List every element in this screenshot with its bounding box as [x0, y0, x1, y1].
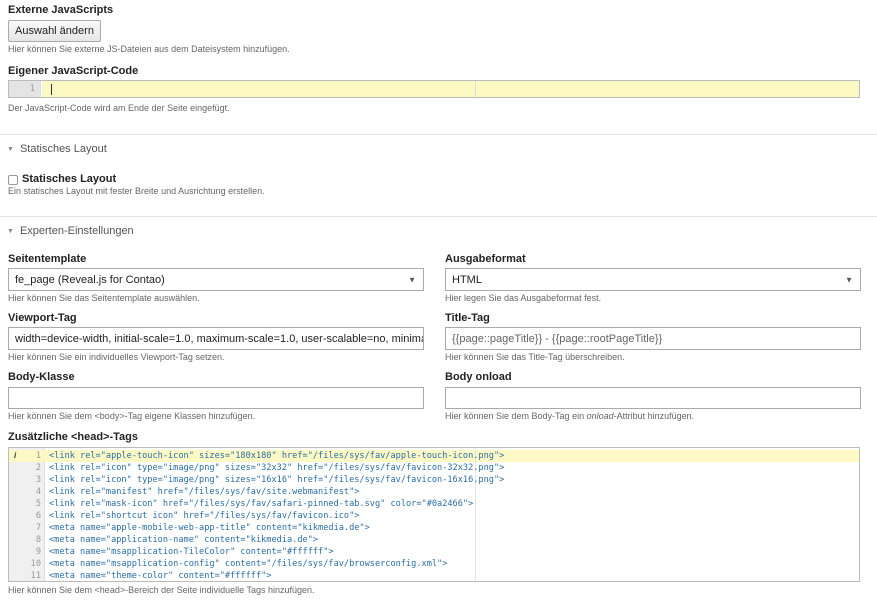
page-template-label: Seitentemplate — [8, 253, 87, 265]
line-code: <meta name="msapplication-config" conten… — [49, 559, 448, 569]
editor-margin — [475, 81, 476, 97]
code-line: 3 <link rel="icon" type="image/png" sizes… — [9, 474, 859, 486]
body-class-label: Body-Klasse — [8, 371, 75, 383]
line-number: 10 — [30, 559, 41, 569]
line-number: 5 — [35, 499, 41, 509]
output-format-label: Ausgabeformat — [445, 253, 526, 265]
body-onload-label: Body onload — [445, 371, 512, 383]
external-js-label: Externe JavaScripts — [8, 4, 114, 16]
code-line: 11 <meta name="theme-color" content="#fff… — [9, 570, 859, 581]
body-onload-input[interactable] — [445, 387, 861, 409]
line-number: 3 — [35, 475, 41, 485]
body-class-help: Hier können Sie dem <body>-Tag eigene Kl… — [8, 411, 256, 421]
head-tags-editor[interactable]: i 1 <link rel="apple-touch-icon" sizes="1… — [8, 447, 860, 582]
code-line: 6 <link rel="shortcut icon" href="/files/… — [9, 510, 859, 522]
line-number: 2 — [35, 463, 41, 473]
static-layout-help: Ein statisches Layout mit fester Breite … — [8, 186, 265, 196]
external-js-help: Hier können Sie externe JS-Dateien aus d… — [8, 44, 290, 54]
section-divider — [0, 134, 877, 135]
text-cursor — [51, 84, 52, 95]
static-layout-checkbox[interactable] — [8, 175, 18, 185]
line-code: <meta name="theme-color" content="#fffff… — [49, 571, 272, 581]
line-code: <link rel="icon" type="image/png" sizes=… — [49, 475, 505, 485]
static-layout-legend[interactable]: ▼ Statisches Layout — [7, 143, 107, 155]
expert-settings-legend[interactable]: ▼ Experten-Einstellungen — [7, 225, 134, 237]
body-onload-help-suffix: -Attribut hinzufügen. — [613, 411, 695, 421]
line-code: <link rel="apple-touch-icon" sizes="180x… — [49, 451, 505, 461]
code-line: 8 <meta name="application-name" content="… — [9, 534, 859, 546]
head-tags-help: Hier können Sie dem <head>-Bereich der S… — [8, 585, 315, 595]
expert-settings-legend-text: Experten-Einstellungen — [19, 225, 134, 237]
title-tag-input[interactable]: {{page::pageTitle}} - {{page::rootPageTi… — [445, 327, 861, 350]
chevron-down-icon: ▼ — [408, 275, 416, 284]
line-number: 8 — [35, 535, 41, 545]
body-onload-help: Hier können Sie dem Body-Tag ein onload-… — [445, 411, 694, 421]
collapse-triangle-icon: ▼ — [7, 227, 14, 235]
custom-js-active-line — [42, 81, 859, 97]
section-divider — [0, 216, 877, 217]
output-format-help: Hier legen Sie das Ausgabeformat fest. — [445, 293, 602, 303]
code-line: 4 <link rel="manifest" href="/files/sys/f… — [9, 486, 859, 498]
code-line: 7 <meta name="apple-mobile-web-app-title"… — [9, 522, 859, 534]
output-format-value: HTML — [452, 273, 482, 286]
viewport-tag-label: Viewport-Tag — [8, 312, 77, 324]
code-line: 9 <meta name="msapplication-TileColor" co… — [9, 546, 859, 558]
change-selection-button[interactable]: Auswahl ändern — [8, 20, 101, 42]
body-onload-help-emphasis: onload — [586, 411, 614, 421]
custom-js-line-number: 1 — [29, 84, 35, 94]
line-code: <meta name="apple-mobile-web-app-title" … — [49, 523, 370, 533]
body-onload-help-text: Hier können Sie dem Body-Tag ein — [445, 411, 587, 421]
line-code: <link rel="mask-icon" href="/files/sys/f… — [49, 499, 474, 509]
code-line: 10 <meta name="msapplication-config" cont… — [9, 558, 859, 570]
static-layout-checkbox-label[interactable]: Statisches Layout — [22, 173, 116, 185]
line-number: 4 — [35, 487, 41, 497]
chevron-down-icon: ▼ — [845, 275, 853, 284]
code-line: 2 <link rel="icon" type="image/png" sizes… — [9, 462, 859, 474]
page-template-select[interactable]: fe_page (Reveal.js for Contao) ▼ — [8, 268, 424, 291]
line-number: 9 — [35, 547, 41, 557]
code-line: 5 <link rel="mask-icon" href="/files/sys/… — [9, 498, 859, 510]
viewport-tag-input[interactable]: width=device-width, initial-scale=1.0, m… — [8, 327, 424, 350]
body-class-input[interactable] — [8, 387, 424, 409]
line-number: 1 — [35, 451, 41, 461]
line-code: <meta name="application-name" content="k… — [49, 535, 319, 545]
page-template-value: fe_page (Reveal.js for Contao) — [15, 273, 165, 286]
line-number: 11 — [30, 571, 41, 581]
line-number: 6 — [35, 511, 41, 521]
static-layout-legend-text: Statisches Layout — [19, 143, 107, 155]
collapse-triangle-icon: ▼ — [7, 145, 14, 153]
line-code: <link rel="shortcut icon" href="/files/s… — [49, 511, 360, 521]
custom-js-editor[interactable]: 1 — [8, 80, 860, 98]
output-format-select[interactable]: HTML ▼ — [445, 268, 861, 291]
head-tags-label: Zusätzliche <head>-Tags — [8, 431, 139, 443]
title-tag-label: Title-Tag — [445, 312, 490, 324]
line-code: <link rel="icon" type="image/png" sizes=… — [49, 463, 505, 473]
code-line: 1 <link rel="apple-touch-icon" sizes="180… — [9, 450, 859, 462]
line-code: <link rel="manifest" href="/files/sys/fa… — [49, 487, 360, 497]
title-tag-help: Hier können Sie das Title-Tag überschrei… — [445, 352, 625, 362]
line-code: <meta name="msapplication-TileColor" con… — [49, 547, 334, 557]
custom-js-help: Der JavaScript-Code wird am Ende der Sei… — [8, 103, 230, 113]
line-number: 7 — [35, 523, 41, 533]
viewport-tag-help: Hier können Sie ein individuelles Viewpo… — [8, 352, 225, 362]
page-template-help: Hier können Sie das Seitentemplate auswä… — [8, 293, 200, 303]
custom-js-label: Eigener JavaScript-Code — [8, 65, 139, 77]
